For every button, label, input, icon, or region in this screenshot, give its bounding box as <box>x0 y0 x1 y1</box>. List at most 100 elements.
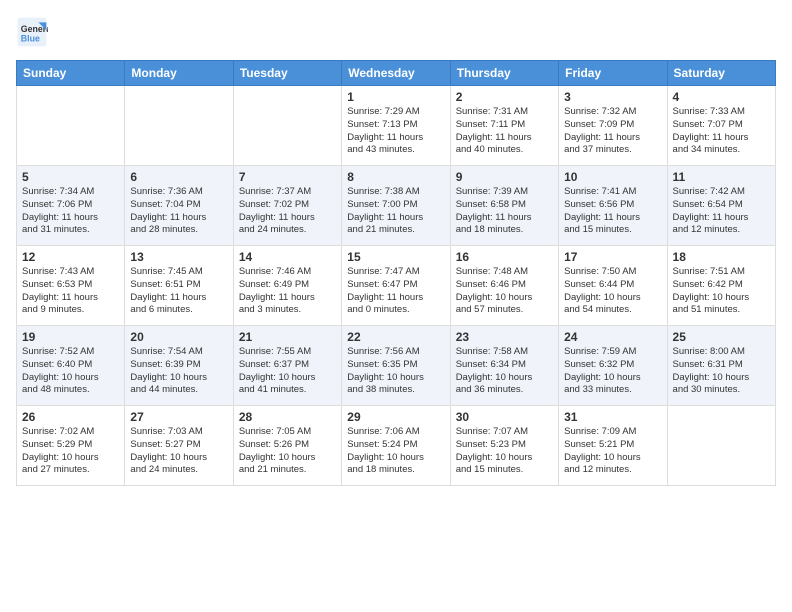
day-info: Sunrise: 7:32 AM Sunset: 7:09 PM Dayligh… <box>564 106 661 157</box>
calendar-cell: 10 Sunrise: 7:41 AM Sunset: 6:56 PM Dayli… <box>559 166 667 246</box>
day-info: Sunrise: 7:45 AM Sunset: 6:51 PM Dayligh… <box>130 266 227 317</box>
day-number: 1 <box>347 90 444 104</box>
day-number: 26 <box>22 410 119 424</box>
logo-icon: General Blue <box>16 16 48 48</box>
calendar-cell <box>17 86 125 166</box>
day-info: Sunrise: 7:36 AM Sunset: 7:04 PM Dayligh… <box>130 186 227 237</box>
day-info: Sunrise: 7:41 AM Sunset: 6:56 PM Dayligh… <box>564 186 661 237</box>
page-header: General Blue <box>16 16 776 48</box>
day-of-week-header: Saturday <box>667 61 775 86</box>
calendar-cell: 6 Sunrise: 7:36 AM Sunset: 7:04 PM Daylig… <box>125 166 233 246</box>
day-number: 27 <box>130 410 227 424</box>
day-info: Sunrise: 7:39 AM Sunset: 6:58 PM Dayligh… <box>456 186 553 237</box>
day-number: 23 <box>456 330 553 344</box>
calendar-cell: 16 Sunrise: 7:48 AM Sunset: 6:46 PM Dayli… <box>450 246 558 326</box>
calendar-week-row: 1 Sunrise: 7:29 AM Sunset: 7:13 PM Daylig… <box>17 86 776 166</box>
day-info: Sunrise: 7:29 AM Sunset: 7:13 PM Dayligh… <box>347 106 444 157</box>
calendar-cell: 25Sunrise: 8:00 AM Sunset: 6:31 PM Dayli… <box>667 326 775 406</box>
day-info: Sunrise: 7:54 AM Sunset: 6:39 PM Dayligh… <box>130 346 227 397</box>
day-number: 8 <box>347 170 444 184</box>
day-info: Sunrise: 7:46 AM Sunset: 6:49 PM Dayligh… <box>239 266 336 317</box>
calendar-cell: 2 Sunrise: 7:31 AM Sunset: 7:11 PM Daylig… <box>450 86 558 166</box>
day-info: Sunrise: 7:59 AM Sunset: 6:32 PM Dayligh… <box>564 346 661 397</box>
day-info: Sunrise: 7:37 AM Sunset: 7:02 PM Dayligh… <box>239 186 336 237</box>
calendar: SundayMondayTuesdayWednesdayThursdayFrid… <box>16 60 776 486</box>
day-info: Sunrise: 7:02 AM Sunset: 5:29 PM Dayligh… <box>22 426 119 477</box>
day-number: 6 <box>130 170 227 184</box>
calendar-cell: 1 Sunrise: 7:29 AM Sunset: 7:13 PM Daylig… <box>342 86 450 166</box>
calendar-cell: 26 Sunrise: 7:02 AM Sunset: 5:29 PM Dayli… <box>17 406 125 486</box>
day-number: 12 <box>22 250 119 264</box>
day-number: 2 <box>456 90 553 104</box>
day-number: 31 <box>564 410 661 424</box>
calendar-cell: 8 Sunrise: 7:38 AM Sunset: 7:00 PM Daylig… <box>342 166 450 246</box>
day-number: 18 <box>673 250 770 264</box>
calendar-cell: 13 Sunrise: 7:45 AM Sunset: 6:51 PM Dayli… <box>125 246 233 326</box>
day-info: Sunrise: 7:34 AM Sunset: 7:06 PM Dayligh… <box>22 186 119 237</box>
day-info: Sunrise: 8:00 AM Sunset: 6:31 PM Dayligh… <box>673 346 770 397</box>
day-number: 3 <box>564 90 661 104</box>
calendar-cell: 14 Sunrise: 7:46 AM Sunset: 6:49 PM Dayli… <box>233 246 341 326</box>
day-number: 20 <box>130 330 227 344</box>
day-number: 22 <box>347 330 444 344</box>
calendar-cell: 15 Sunrise: 7:47 AM Sunset: 6:47 PM Dayli… <box>342 246 450 326</box>
day-number: 19 <box>22 330 119 344</box>
calendar-cell: 17Sunrise: 7:50 AM Sunset: 6:44 PM Dayli… <box>559 246 667 326</box>
day-number: 5 <box>22 170 119 184</box>
calendar-cell: 9Sunrise: 7:39 AM Sunset: 6:58 PM Daylig… <box>450 166 558 246</box>
calendar-cell: 23 Sunrise: 7:58 AM Sunset: 6:34 PM Dayli… <box>450 326 558 406</box>
day-number: 29 <box>347 410 444 424</box>
day-info: Sunrise: 7:07 AM Sunset: 5:23 PM Dayligh… <box>456 426 553 477</box>
day-number: 17 <box>564 250 661 264</box>
calendar-cell: 4Sunrise: 7:33 AM Sunset: 7:07 PM Daylig… <box>667 86 775 166</box>
day-number: 15 <box>347 250 444 264</box>
calendar-week-row: 5 Sunrise: 7:34 AM Sunset: 7:06 PM Daylig… <box>17 166 776 246</box>
calendar-cell: 7 Sunrise: 7:37 AM Sunset: 7:02 PM Daylig… <box>233 166 341 246</box>
logo: General Blue <box>16 16 50 48</box>
calendar-cell <box>125 86 233 166</box>
calendar-week-row: 19Sunrise: 7:52 AM Sunset: 6:40 PM Dayli… <box>17 326 776 406</box>
calendar-cell: 29 Sunrise: 7:06 AM Sunset: 5:24 PM Dayli… <box>342 406 450 486</box>
calendar-cell: 24 Sunrise: 7:59 AM Sunset: 6:32 PM Dayli… <box>559 326 667 406</box>
day-info: Sunrise: 7:51 AM Sunset: 6:42 PM Dayligh… <box>673 266 770 317</box>
day-number: 14 <box>239 250 336 264</box>
calendar-cell: 3 Sunrise: 7:32 AM Sunset: 7:09 PM Daylig… <box>559 86 667 166</box>
day-info: Sunrise: 7:48 AM Sunset: 6:46 PM Dayligh… <box>456 266 553 317</box>
day-number: 16 <box>456 250 553 264</box>
day-info: Sunrise: 7:06 AM Sunset: 5:24 PM Dayligh… <box>347 426 444 477</box>
calendar-header-row: SundayMondayTuesdayWednesdayThursdayFrid… <box>17 61 776 86</box>
calendar-week-row: 26 Sunrise: 7:02 AM Sunset: 5:29 PM Dayli… <box>17 406 776 486</box>
day-info: Sunrise: 7:31 AM Sunset: 7:11 PM Dayligh… <box>456 106 553 157</box>
day-info: Sunrise: 7:05 AM Sunset: 5:26 PM Dayligh… <box>239 426 336 477</box>
day-info: Sunrise: 7:58 AM Sunset: 6:34 PM Dayligh… <box>456 346 553 397</box>
day-info: Sunrise: 7:55 AM Sunset: 6:37 PM Dayligh… <box>239 346 336 397</box>
calendar-week-row: 12 Sunrise: 7:43 AM Sunset: 6:53 PM Dayli… <box>17 246 776 326</box>
calendar-cell <box>233 86 341 166</box>
day-info: Sunrise: 7:47 AM Sunset: 6:47 PM Dayligh… <box>347 266 444 317</box>
day-number: 10 <box>564 170 661 184</box>
calendar-cell: 18 Sunrise: 7:51 AM Sunset: 6:42 PM Dayli… <box>667 246 775 326</box>
calendar-cell: 22 Sunrise: 7:56 AM Sunset: 6:35 PM Dayli… <box>342 326 450 406</box>
calendar-cell: 20 Sunrise: 7:54 AM Sunset: 6:39 PM Dayli… <box>125 326 233 406</box>
calendar-cell: 30Sunrise: 7:07 AM Sunset: 5:23 PM Dayli… <box>450 406 558 486</box>
calendar-cell: 31Sunrise: 7:09 AM Sunset: 5:21 PM Dayli… <box>559 406 667 486</box>
day-number: 28 <box>239 410 336 424</box>
calendar-cell: 21Sunrise: 7:55 AM Sunset: 6:37 PM Dayli… <box>233 326 341 406</box>
day-number: 13 <box>130 250 227 264</box>
day-of-week-header: Tuesday <box>233 61 341 86</box>
day-number: 24 <box>564 330 661 344</box>
day-info: Sunrise: 7:43 AM Sunset: 6:53 PM Dayligh… <box>22 266 119 317</box>
calendar-cell: 27Sunrise: 7:03 AM Sunset: 5:27 PM Dayli… <box>125 406 233 486</box>
day-of-week-header: Sunday <box>17 61 125 86</box>
day-info: Sunrise: 7:56 AM Sunset: 6:35 PM Dayligh… <box>347 346 444 397</box>
day-info: Sunrise: 7:38 AM Sunset: 7:00 PM Dayligh… <box>347 186 444 237</box>
calendar-cell: 28 Sunrise: 7:05 AM Sunset: 5:26 PM Dayli… <box>233 406 341 486</box>
calendar-cell: 12 Sunrise: 7:43 AM Sunset: 6:53 PM Dayli… <box>17 246 125 326</box>
calendar-cell <box>667 406 775 486</box>
calendar-cell: 19Sunrise: 7:52 AM Sunset: 6:40 PM Dayli… <box>17 326 125 406</box>
calendar-cell: 5 Sunrise: 7:34 AM Sunset: 7:06 PM Daylig… <box>17 166 125 246</box>
day-of-week-header: Thursday <box>450 61 558 86</box>
svg-text:Blue: Blue <box>21 34 40 44</box>
day-of-week-header: Friday <box>559 61 667 86</box>
day-number: 7 <box>239 170 336 184</box>
